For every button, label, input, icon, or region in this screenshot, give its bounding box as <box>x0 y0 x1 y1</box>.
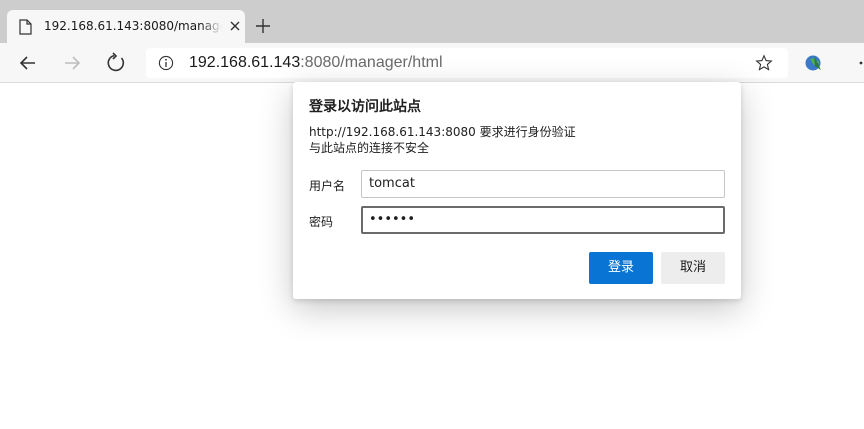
tab-title: 192.168.61.143:8080/manager/html <box>44 19 222 33</box>
cancel-button[interactable]: 取消 <box>661 252 725 284</box>
close-icon[interactable] <box>227 18 243 34</box>
page-icon <box>19 19 32 35</box>
dialog-message-insecure: 与此站点的连接不安全 <box>309 141 430 155</box>
more-menu-icon[interactable] <box>854 51 864 75</box>
dialog-title: 登录以访问此站点 <box>309 99 421 115</box>
address-url[interactable]: 192.168.61.143:8080/manager/html <box>189 54 443 72</box>
active-tab[interactable]: 192.168.61.143:8080/manager/html <box>7 10 245 43</box>
password-label: 密码 <box>309 215 334 229</box>
username-input[interactable]: tomcat <box>361 170 725 198</box>
refresh-icon[interactable] <box>104 51 128 75</box>
url-host: 192.168.61.143 <box>189 54 301 71</box>
favorite-star-icon[interactable] <box>755 54 773 72</box>
password-input[interactable]: •••••• <box>361 206 725 234</box>
tab-strip: 192.168.61.143:8080/manager/html <box>0 0 864 43</box>
username-label: 用户名 <box>309 179 346 193</box>
url-path: :8080/manager/html <box>300 54 443 71</box>
info-icon[interactable] <box>158 55 174 71</box>
forward-icon[interactable] <box>60 51 84 75</box>
extension-globe-icon[interactable] <box>803 53 823 73</box>
back-icon[interactable] <box>16 51 40 75</box>
new-tab-icon[interactable] <box>253 16 273 36</box>
address-bar[interactable]: 192.168.61.143:8080/manager/html <box>146 48 788 78</box>
auth-dialog: 登录以访问此站点 http://192.168.61.143:8080 要求进行… <box>293 82 741 299</box>
dialog-message-url: http://192.168.61.143:8080 要求进行身份验证 <box>309 125 576 139</box>
toolbar: 192.168.61.143:8080/manager/html <box>0 43 864 83</box>
login-button[interactable]: 登录 <box>589 252 653 284</box>
